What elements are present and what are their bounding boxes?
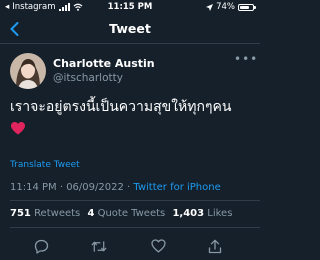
retweets-label: Retweets xyxy=(34,208,81,219)
red-heart-icon xyxy=(11,120,25,135)
header: Tweet xyxy=(0,14,260,44)
avatar-image xyxy=(10,53,46,89)
divider xyxy=(10,200,260,201)
reply-button[interactable] xyxy=(33,238,49,254)
more-options-button[interactable]: ••• xyxy=(234,53,257,69)
quotes-count: 4 xyxy=(87,208,95,219)
battery-level xyxy=(240,5,249,9)
retweet-button[interactable] xyxy=(91,238,107,254)
tweet-stats: 751 Retweets 4 Quote Tweets 1,403 Likes xyxy=(10,208,236,219)
like-icon xyxy=(150,239,166,253)
like-button[interactable] xyxy=(150,238,166,254)
author-handle[interactable]: @itscharlotty xyxy=(53,72,123,84)
battery-percent: 74% xyxy=(216,2,235,12)
avatar[interactable] xyxy=(10,53,46,89)
tweet-timestamp: 11:14 PM · 06/09/2022 · xyxy=(10,182,134,193)
retweet-icon xyxy=(91,240,107,252)
share-icon xyxy=(208,239,222,253)
tweet-author: Charlotte Austin @itscharlotty ••• xyxy=(10,53,257,91)
page-title: Tweet xyxy=(109,21,151,36)
battery-icon xyxy=(238,3,256,11)
quote-tweets-stat[interactable]: 4 Quote Tweets xyxy=(87,208,165,219)
action-bar xyxy=(0,234,260,256)
more-dots-icon: ••• xyxy=(234,52,259,66)
reply-icon xyxy=(34,239,48,254)
author-name[interactable]: Charlotte Austin xyxy=(53,57,155,70)
retweets-stat[interactable]: 751 Retweets xyxy=(10,208,80,219)
divider xyxy=(10,227,260,228)
retweets-count: 751 xyxy=(10,208,31,219)
likes-label: Likes xyxy=(207,208,233,219)
tweet-source-link[interactable]: Twitter for iPhone xyxy=(133,182,220,193)
likes-count: 1,403 xyxy=(172,208,205,219)
tweet-meta: 11:14 PM · 06/09/2022 · Twitter for iPho… xyxy=(10,182,221,193)
status-bar: ◂ Instagram 11:15 PM 74% xyxy=(0,0,260,14)
tweet-text: เราจะอยู่ตรงนี้เป็นความสุขให้ทุกๆคน xyxy=(10,99,232,115)
translate-tweet-link[interactable]: Translate Tweet xyxy=(10,160,80,170)
likes-stat[interactable]: 1,403 Likes xyxy=(172,208,232,219)
share-button[interactable] xyxy=(207,238,223,254)
location-icon xyxy=(206,3,214,11)
quotes-label: Quote Tweets xyxy=(97,208,166,219)
